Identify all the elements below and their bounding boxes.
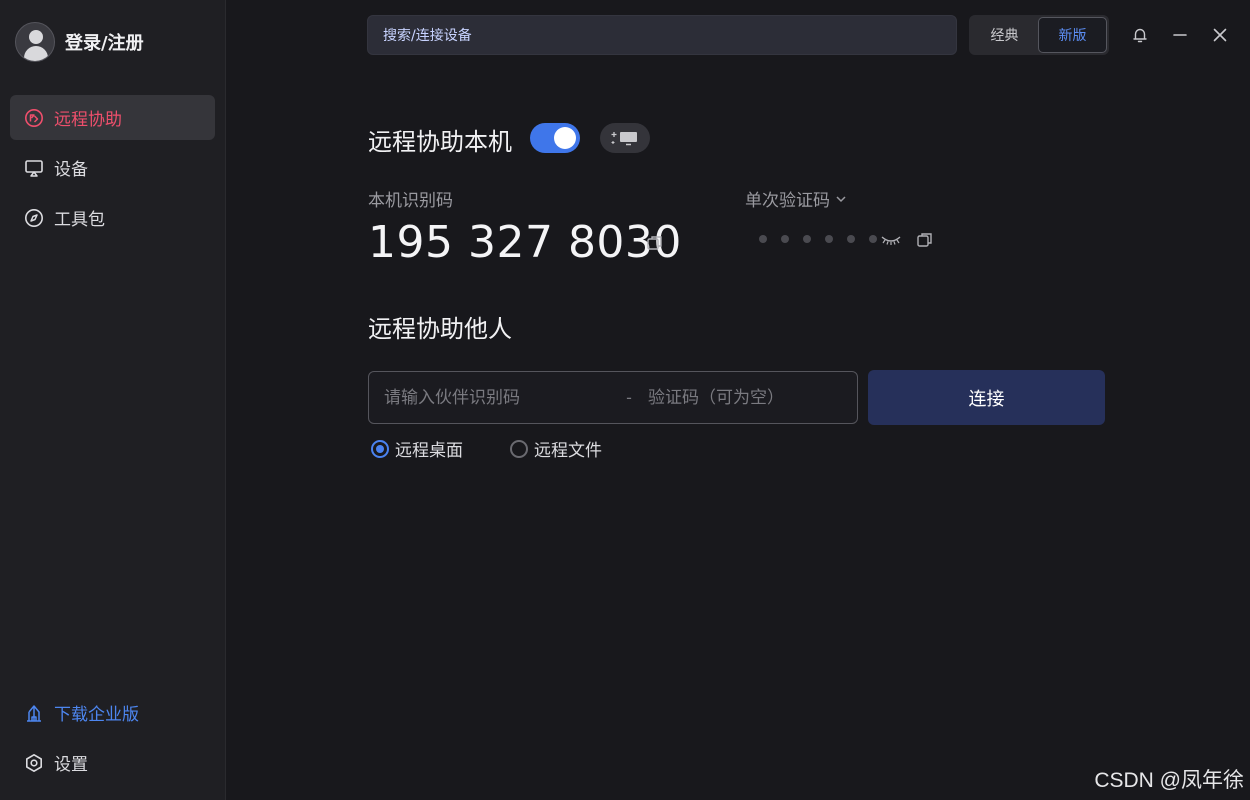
- minimize-icon[interactable]: [1169, 24, 1191, 46]
- masked-dot: [825, 235, 833, 243]
- sidebar: 登录/注册 远程协助 设备 工具包 下载企业版 设置: [0, 0, 226, 800]
- compass-icon: [24, 208, 44, 228]
- masked-dot: [869, 235, 877, 243]
- sidebar-item-settings[interactable]: 设置: [10, 740, 215, 785]
- watermark: CSDN @凤年徐: [1094, 769, 1244, 792]
- assist-this-device-title: 远程协助本机: [368, 128, 512, 156]
- masked-code: ● ● ● ● ● ●: [745, 235, 877, 243]
- close-icon[interactable]: [1209, 24, 1231, 46]
- verification-code-input[interactable]: [644, 387, 844, 408]
- remote-file-label: 远程文件: [534, 441, 602, 461]
- masked-dot: [759, 235, 767, 243]
- mode-classic-tab[interactable]: 经典: [971, 17, 1038, 53]
- sidebar-item-label: 工具包: [54, 210, 105, 230]
- input-separator: -: [626, 388, 632, 407]
- search-placeholder: 搜索/连接设备: [383, 28, 472, 44]
- search-connect-input[interactable]: 搜索/连接设备: [367, 15, 957, 55]
- masked-dot: [847, 235, 855, 243]
- ui-mode-switch: 经典 新版: [969, 15, 1109, 55]
- avatar-icon: [15, 22, 55, 62]
- partner-input-group: -: [368, 371, 858, 424]
- device-id-code: 195 327 8030: [368, 217, 682, 268]
- copy-code-icon[interactable]: [916, 231, 934, 249]
- download-enterprise-label: 下载企业版: [54, 705, 139, 725]
- eye-closed-icon[interactable]: [880, 230, 902, 248]
- verification-code-dropdown[interactable]: 单次验证码: [745, 186, 848, 211]
- chevron-down-icon: [836, 195, 846, 202]
- sidebar-item-label: 设置: [54, 755, 88, 775]
- monitor-icon: [24, 158, 44, 178]
- sidebar-item-label: 远程协助: [54, 110, 122, 130]
- connect-button[interactable]: 连接: [868, 370, 1105, 425]
- screen-sparkle-icon[interactable]: [600, 123, 650, 153]
- remote-file-radio[interactable]: 远程文件: [510, 436, 602, 461]
- sidebar-item-remote-assist[interactable]: 远程协助: [10, 95, 215, 140]
- assist-this-device-toggle[interactable]: [530, 123, 580, 153]
- device-id-label: 本机识别码: [368, 191, 453, 211]
- bell-icon[interactable]: [1129, 24, 1151, 46]
- sidebar-item-label: 设备: [54, 160, 88, 180]
- settings-hex-icon: [24, 753, 44, 773]
- remote-assist-icon: [24, 108, 44, 128]
- masked-dot: [803, 235, 811, 243]
- partner-id-input[interactable]: [369, 387, 614, 408]
- verification-code-label: 单次验证码: [745, 191, 830, 211]
- radio-unselected-icon: [510, 439, 528, 458]
- assist-others-title: 远程协助他人: [368, 315, 512, 343]
- radio-selected-icon: [371, 439, 389, 458]
- sidebar-item-devices[interactable]: 设备: [10, 145, 215, 190]
- masked-dot: [781, 235, 789, 243]
- remote-desktop-radio[interactable]: 远程桌面: [371, 436, 463, 461]
- sidebar-item-toolkit[interactable]: 工具包: [10, 195, 215, 240]
- login-register-label: 登录/注册: [65, 33, 144, 54]
- building-icon: [24, 703, 44, 723]
- login-register-button[interactable]: 登录/注册: [15, 22, 144, 62]
- mode-new-tab[interactable]: 新版: [1038, 17, 1107, 53]
- download-enterprise-link[interactable]: 下载企业版: [10, 690, 215, 735]
- copy-id-icon[interactable]: [646, 234, 664, 252]
- remote-desktop-label: 远程桌面: [395, 441, 463, 461]
